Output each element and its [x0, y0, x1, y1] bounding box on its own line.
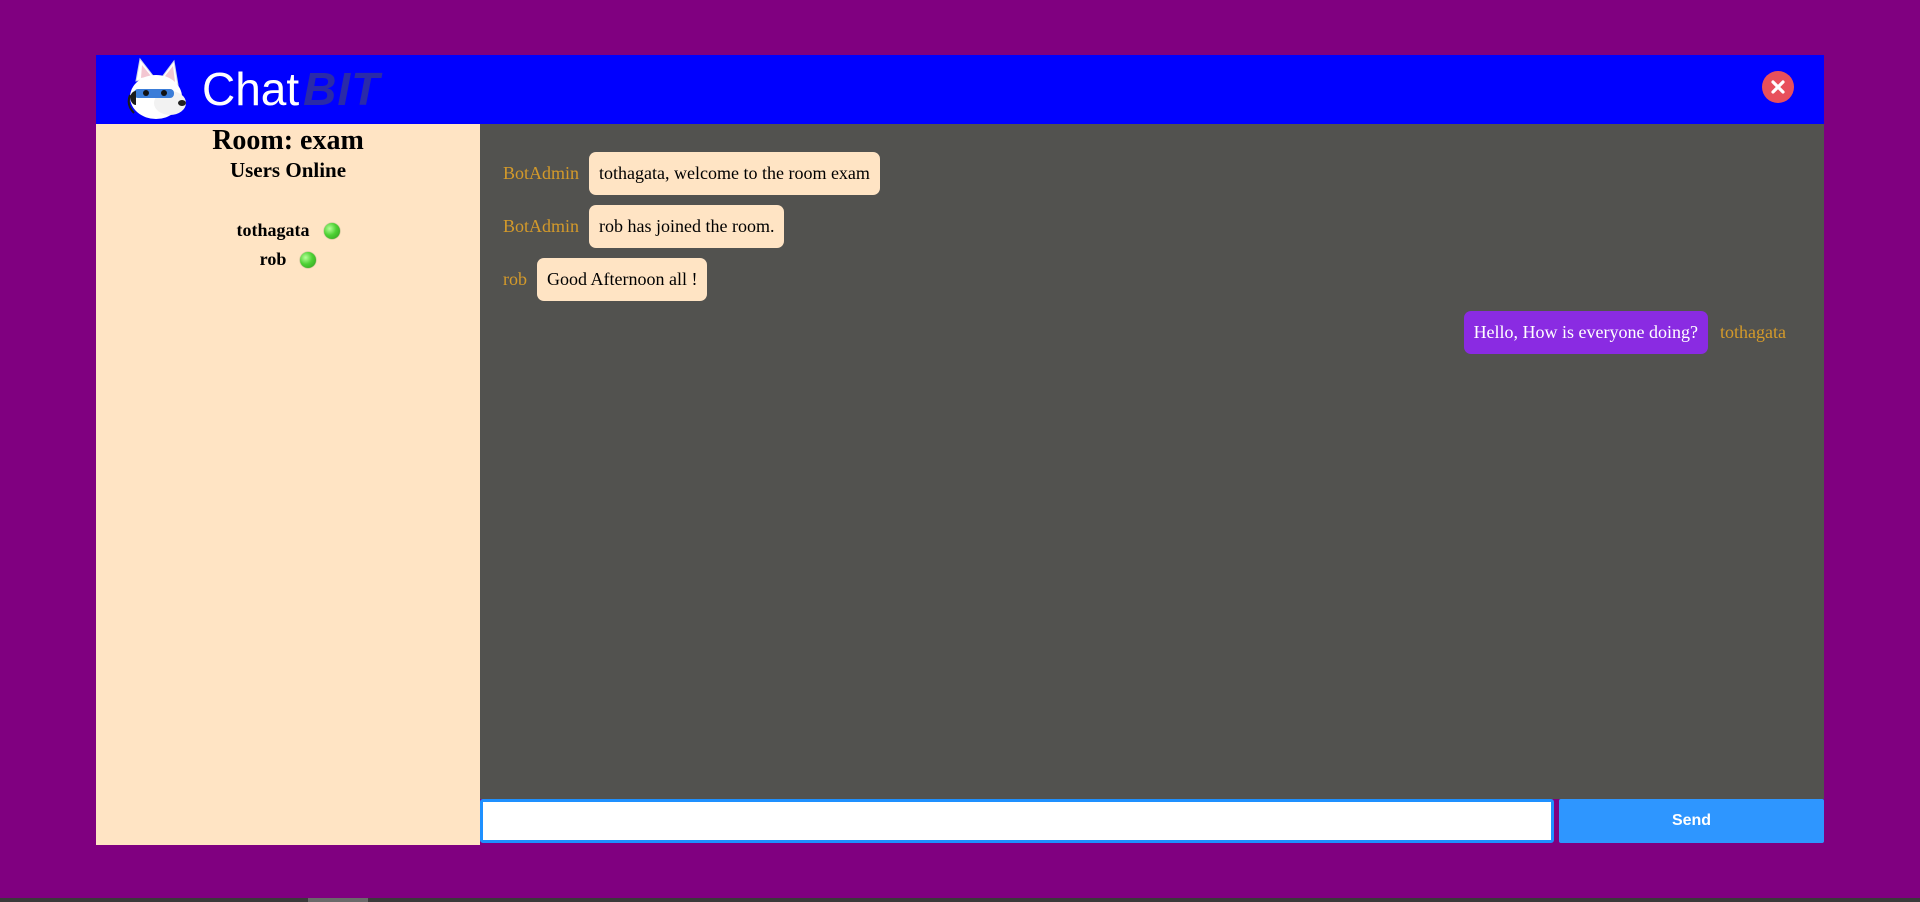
online-users-list: tothagata rob — [96, 216, 480, 274]
message-bubble: Hello, How is everyone doing? — [1463, 311, 1709, 354]
message-bubble: rob has joined the room. — [589, 205, 785, 248]
message-sender: BotAdmin — [503, 216, 580, 236]
app-logo-text: ChatBIT — [202, 55, 380, 124]
chat-message: BotAdmin rob has joined the room. — [503, 205, 785, 248]
online-status-icon — [300, 251, 317, 268]
send-button[interactable]: Send — [1559, 799, 1824, 843]
message-sender: BotAdmin — [503, 163, 580, 183]
online-user-name: tothagata — [236, 220, 310, 240]
chat-app-window: ChatBIT Room: exam Users Online tothagat… — [96, 55, 1824, 845]
chat-message-own: Hello, How is everyone doing? tothagata — [1463, 311, 1786, 354]
chat-message: BotAdmin tothagata, welcome to the room … — [503, 152, 880, 195]
logo-text-chat: Chat — [202, 63, 300, 115]
users-sidebar: Room: exam Users Online tothagata rob — [96, 124, 480, 845]
online-user: tothagata — [96, 216, 480, 245]
online-user-name: rob — [259, 249, 287, 269]
close-button[interactable] — [1762, 71, 1794, 103]
husky-mascot-icon — [127, 57, 186, 119]
message-area[interactable]: BotAdmin tothagata, welcome to the room … — [480, 124, 1824, 799]
logo-text-bit: BIT — [303, 63, 381, 115]
room-title: Room: exam — [212, 125, 364, 156]
online-user: rob — [96, 245, 480, 274]
online-status-icon — [323, 222, 340, 239]
close-icon — [1771, 80, 1785, 94]
window-bottom-strip — [0, 898, 1920, 902]
message-bubble: Good Afternoon all ! — [537, 258, 708, 301]
app-logo: ChatBIT — [124, 55, 380, 124]
message-input[interactable] — [480, 799, 1554, 843]
users-online-heading: Users Online — [229, 158, 347, 182]
app-header: ChatBIT — [96, 55, 1824, 124]
taskbar-thumb — [308, 898, 368, 902]
chat-message: rob Good Afternoon all ! — [503, 258, 708, 301]
message-sender: tothagata — [1720, 322, 1786, 342]
message-sender: rob — [503, 269, 527, 289]
message-composer: Send — [480, 799, 1824, 845]
message-bubble: tothagata, welcome to the room exam — [589, 152, 880, 195]
